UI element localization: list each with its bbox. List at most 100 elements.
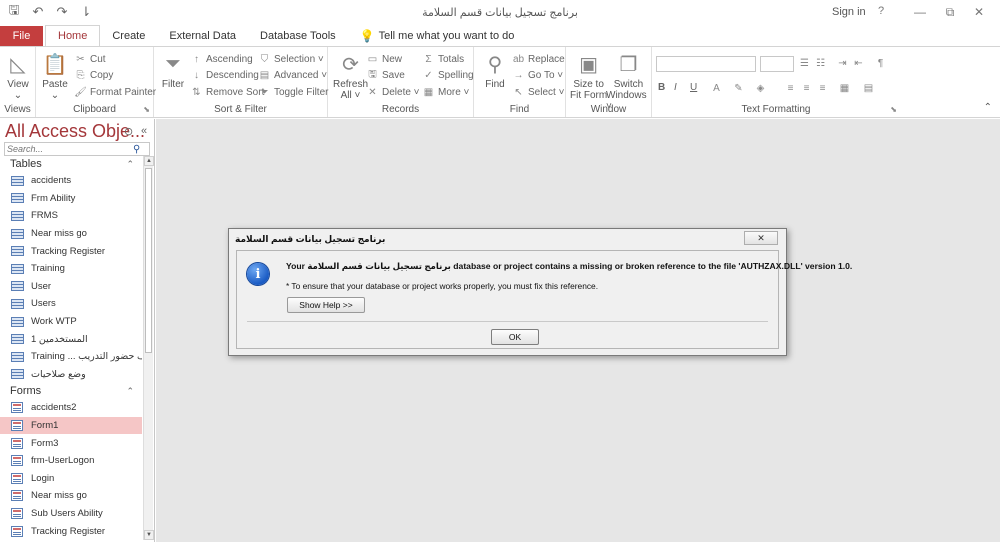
tab-database-tools[interactable]: Database Tools — [248, 26, 348, 46]
nav-section-header[interactable]: Forms ⌃ — [0, 383, 142, 399]
remove-sort-button[interactable]: ⇅ Remove Sort — [190, 86, 264, 98]
font-size-box[interactable] — [760, 56, 794, 72]
indent-button[interactable]: ⇥ ⇤ — [836, 57, 865, 69]
nav-item[interactable]: Form1 — [0, 416, 142, 435]
paragraph-direction-button[interactable]: ¶ — [874, 57, 887, 69]
show-help-button[interactable]: Show Help >> — [287, 297, 365, 313]
nav-item[interactable]: Sub Users Ability — [0, 505, 142, 523]
nav-item[interactable]: Frm Ability — [0, 190, 142, 208]
nav-item[interactable]: Login — [0, 470, 142, 488]
bullets-button[interactable]: ☰ ☷ — [798, 57, 827, 69]
nav-item[interactable]: Training — [0, 260, 142, 278]
form-icon — [11, 437, 23, 449]
scroll-up-icon[interactable]: ▲ — [144, 156, 154, 166]
tab-create[interactable]: Create — [100, 26, 157, 46]
scroll-down-icon[interactable]: ▼ — [144, 530, 154, 540]
replace-button[interactable]: ab Replace — [512, 53, 565, 65]
save-record-button[interactable]: 🖫 Save — [366, 69, 405, 81]
nav-item[interactable]: Near miss go — [0, 487, 142, 505]
nav-item[interactable]: accidents — [0, 172, 142, 190]
totals-button[interactable]: Σ Totals — [422, 53, 464, 65]
scroll-thumb[interactable] — [145, 168, 152, 353]
dialog-message: Your برنامج تسجيل بيانات قسم السلامة dat… — [286, 261, 853, 271]
find-button[interactable]: ⚲ Find — [482, 51, 508, 91]
nav-item[interactable]: Tracking Register — [0, 242, 142, 260]
highlight-button[interactable]: ✎ — [732, 82, 745, 94]
tab-home[interactable]: Home — [45, 25, 101, 46]
undo-icon[interactable]: ↶ — [30, 4, 46, 20]
size-to-fit-button[interactable]: ▣ Size to Fit Form — [570, 51, 607, 102]
alternate-row-color-button[interactable]: ▤ — [862, 82, 875, 94]
cut-button[interactable]: ✂ Cut — [74, 53, 105, 65]
nav-item[interactable]: Training ... كشف حضور التدريب — [0, 348, 142, 366]
ascending-button[interactable]: ↑ Ascending — [190, 53, 253, 65]
nav-item[interactable]: Users — [0, 295, 142, 313]
align-right-button[interactable]: ≡ — [816, 82, 829, 94]
nav-menu-chevron-icon[interactable]: ⊙ — [124, 125, 133, 138]
nav-item[interactable]: المستخدمين 1 — [0, 330, 142, 348]
tell-me-box[interactable]: 💡 Tell me what you want to do — [348, 26, 527, 46]
nav-item[interactable]: accidents2 — [0, 399, 142, 417]
redo-icon[interactable]: ↷ — [54, 4, 70, 20]
gridlines-button[interactable]: ▦ — [838, 82, 851, 94]
nav-item[interactable]: وضع صلاحيات — [0, 366, 142, 384]
advanced-button[interactable]: ▤ Advanced ˅ — [258, 69, 327, 81]
view-button[interactable]: ◺ View ⌄ — [5, 51, 31, 102]
tab-external-data[interactable]: External Data — [157, 26, 248, 46]
spelling-button[interactable]: ✓ Spelling — [422, 69, 473, 81]
nav-item[interactable]: Tracking Register — [0, 522, 142, 540]
new-record-button[interactable]: ▭ New — [366, 53, 402, 65]
select-button[interactable]: ↖ Select ˅ — [512, 86, 564, 98]
restore-button[interactable]: ⧉ — [939, 3, 961, 21]
descending-button[interactable]: ↓ Descending — [190, 69, 259, 81]
align-center-button[interactable]: ≡ — [800, 82, 813, 94]
more-button[interactable]: ▦ More ˅ — [422, 86, 470, 98]
nav-item[interactable]: User — [0, 278, 142, 296]
form-icon — [11, 420, 23, 432]
copy-button[interactable]: ⎘ Copy — [74, 69, 114, 81]
filter-button[interactable]: ⏷ Filter — [160, 51, 186, 91]
close-window-button[interactable]: ✕ — [968, 3, 990, 21]
fill-color-button[interactable]: ◈ — [754, 82, 767, 94]
selection-button[interactable]: ⛉ Selection ˅ — [258, 53, 324, 65]
toggle-filter-button[interactable]: ⏷ Toggle Filter — [258, 86, 329, 98]
dialog-close-button[interactable]: ✕ — [744, 231, 778, 245]
collapse-chevron-icon[interactable]: ⌃ — [126, 386, 134, 397]
dialog-launcher-icon[interactable]: ⬊ — [890, 105, 897, 114]
format-painter-button[interactable]: 🖌 Format Painter — [74, 86, 156, 98]
goto-button[interactable]: → Go To ˅ — [512, 69, 564, 81]
paste-button[interactable]: 📋 Paste ⌄ — [42, 51, 68, 102]
ok-button[interactable]: OK — [491, 329, 539, 345]
bold-button[interactable]: B — [658, 82, 665, 93]
dialog-launcher-icon[interactable]: ⬊ — [143, 105, 150, 114]
nav-search-input[interactable] — [5, 144, 133, 154]
save-icon[interactable]: 🖫 — [6, 2, 22, 20]
font-name-box[interactable] — [656, 56, 756, 72]
tab-file[interactable]: File — [0, 26, 43, 46]
collapse-chevron-icon[interactable]: ⌃ — [126, 159, 134, 170]
shutter-bar-close-icon[interactable]: « — [141, 125, 147, 137]
nav-item[interactable]: FRMS — [0, 207, 142, 225]
font-color-button[interactable]: A — [710, 82, 723, 94]
collapse-ribbon-icon[interactable]: ⌃ — [984, 102, 992, 113]
nav-item[interactable]: Near miss go — [0, 225, 142, 243]
arrow-right-icon: → — [513, 69, 524, 81]
nav-item[interactable]: frm-UserLogon — [0, 452, 142, 470]
nav-item-label: accidents — [31, 175, 72, 187]
customize-qat-icon[interactable]: ⇂ — [78, 4, 94, 20]
nav-item[interactable]: Form3 — [0, 434, 142, 452]
search-icon[interactable]: ⚲ — [133, 144, 140, 155]
switch-windows-button[interactable]: ❐ Switch Windows ˅ — [606, 51, 651, 113]
font-color-icon: A — [713, 82, 720, 94]
nav-section-header[interactable]: Tables ⌃ — [0, 156, 142, 172]
underline-button[interactable]: U — [690, 82, 697, 93]
nav-item[interactable]: Work WTP — [0, 313, 142, 331]
refresh-all-button[interactable]: ⟳ Refresh All ˅ — [333, 51, 368, 102]
help-icon[interactable]: ? — [878, 5, 884, 17]
italic-button[interactable]: I — [674, 82, 677, 93]
nav-scrollbar[interactable]: ▲ ▼ — [143, 156, 154, 540]
minimize-button[interactable]: — — [909, 3, 931, 21]
delete-button[interactable]: ✕ Delete ˅ — [366, 86, 419, 98]
sign-in-link[interactable]: Sign in — [832, 6, 866, 18]
align-left-button[interactable]: ≡ — [784, 82, 797, 94]
